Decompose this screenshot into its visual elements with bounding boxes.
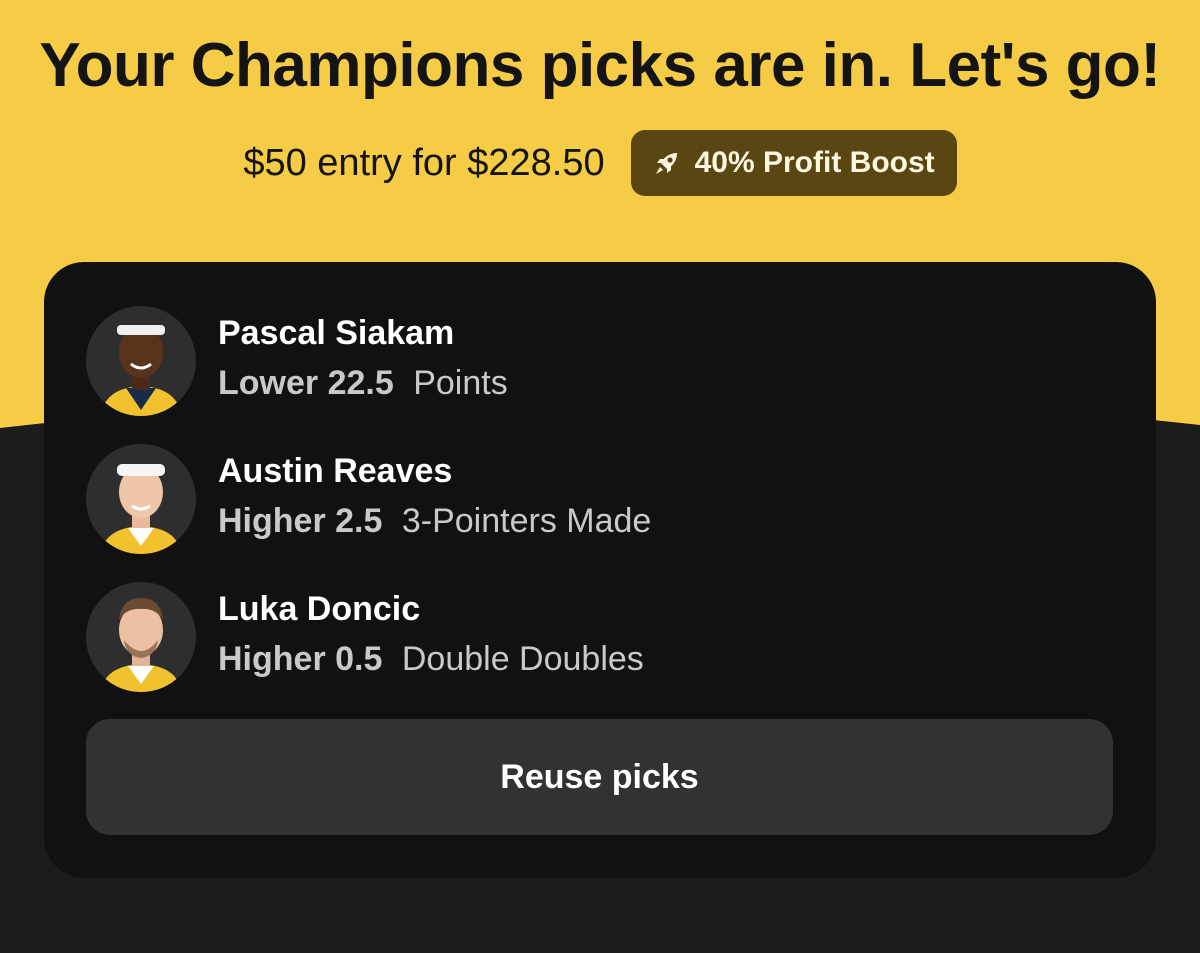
- pick-line-value: 2.5: [335, 502, 383, 540]
- rocket-icon: [651, 147, 683, 179]
- entry-summary: $50 entry for $228.50 40% Profit Boost: [0, 130, 1200, 196]
- pick-direction: Higher: [218, 502, 326, 540]
- player-name: Luka Doncic: [218, 590, 421, 628]
- pick-line-value: 0.5: [335, 640, 383, 678]
- player-name: Pascal Siakam: [218, 314, 455, 352]
- pick-row-1: Pascal Siakam Lower 22.5 Points: [86, 306, 1086, 416]
- pick-direction: Higher: [218, 640, 326, 678]
- player-avatar: [86, 582, 196, 692]
- entry-payout-text: $50 entry for $228.50: [243, 141, 605, 184]
- pick-row-3: Luka Doncic Higher 0.5 Double Doubles: [86, 582, 1086, 692]
- reuse-picks-button[interactable]: Reuse picks: [86, 719, 1113, 835]
- player-avatar: [86, 306, 196, 416]
- pick-direction: Lower: [218, 364, 319, 402]
- pick-projection: Higher 2.5 3-Pointers Made: [218, 502, 651, 541]
- pick-stat-type: Double Doubles: [401, 640, 644, 678]
- profit-boost-badge: 40% Profit Boost: [630, 130, 957, 196]
- pick-row-2: Austin Reaves Higher 2.5 3-Pointers Made: [86, 444, 1086, 554]
- picks-card: Pascal Siakam Lower 22.5 Points Austin R…: [44, 262, 1156, 878]
- pick-projection: Higher 0.5 Double Doubles: [218, 640, 644, 679]
- profit-boost-label: 40% Profit Boost: [694, 146, 935, 179]
- pick-projection: Lower 22.5 Points: [218, 364, 508, 403]
- pick-line-value: 22.5: [327, 364, 394, 402]
- player-avatar: [86, 444, 196, 554]
- page-title: Your Champions picks are in. Let's go!: [39, 31, 1161, 100]
- pick-stat-type: Points: [413, 364, 508, 402]
- pick-stat-type: 3-Pointers Made: [401, 502, 652, 540]
- player-name: Austin Reaves: [218, 452, 453, 490]
